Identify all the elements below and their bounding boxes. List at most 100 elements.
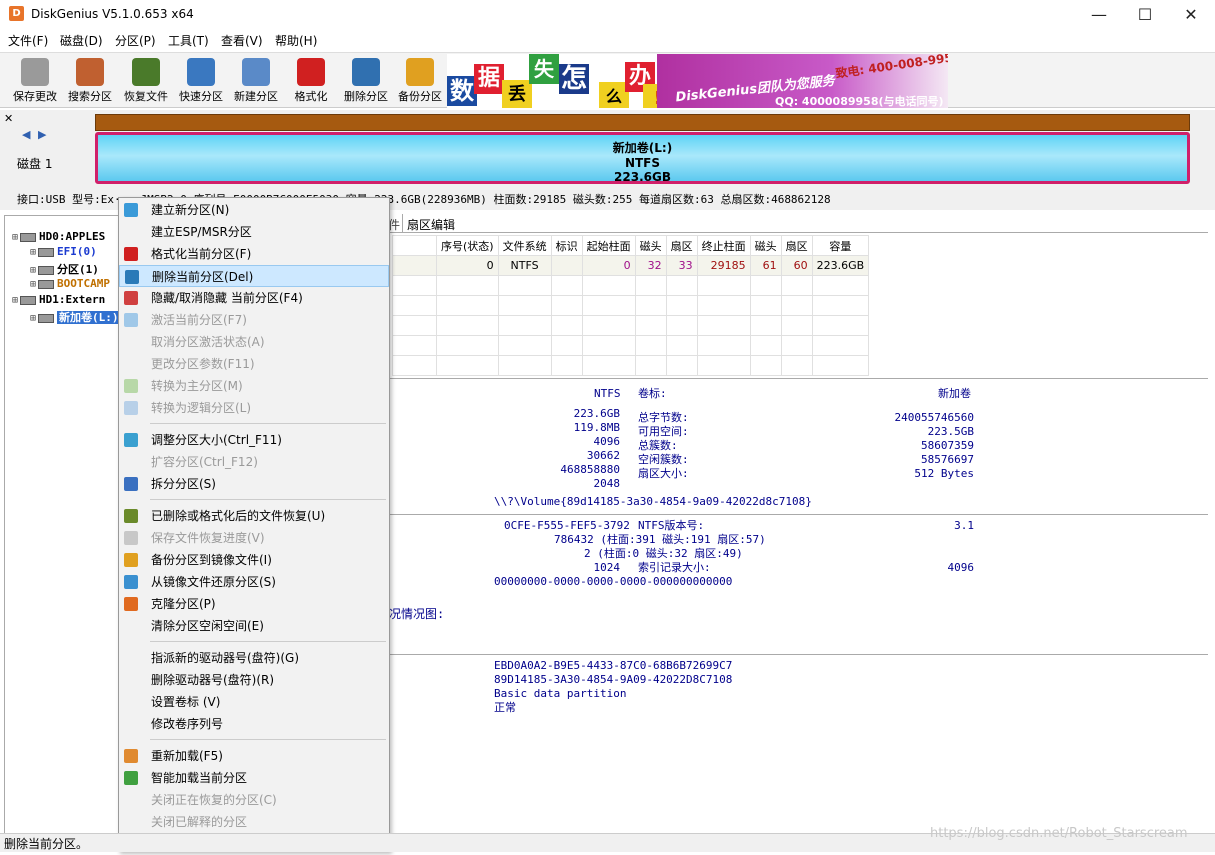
table-cell: [811, 295, 870, 316]
context-menu-item[interactable]: 指派新的驱动器号(盘符)(G): [119, 647, 389, 669]
menu-item-1[interactable]: 磁盘(D): [60, 32, 103, 49]
context-menu-item[interactable]: 建立ESP/MSR分区: [119, 221, 389, 243]
info-line: 89D14185-3A30-4854-9A09-42022D8C7108: [494, 673, 733, 686]
context-menu-item[interactable]: 删除驱动器号(盘符)(R): [119, 669, 389, 691]
context-menu-item[interactable]: 设置卷标 (V): [119, 691, 389, 713]
disk-icon: [20, 232, 37, 242]
table-header-cell[interactable]: 序号(状态): [436, 235, 499, 256]
expand-icon[interactable]: ⊞: [30, 247, 36, 258]
tree-item-label: HD1:Extern: [39, 293, 106, 306]
tree-item[interactable]: ⊞ BOOTCAMP: [30, 277, 110, 290]
index-size-key: 索引记录大小:: [638, 561, 711, 574]
expand-icon[interactable]: ⊞: [30, 313, 36, 324]
toolbar-button-7[interactable]: 备份分区: [392, 56, 448, 106]
tree-item[interactable]: ⊞ 新加卷(L:): [30, 309, 121, 325]
menu-item-3[interactable]: 工具(T): [168, 32, 209, 49]
table-header-cell[interactable]: 起始柱面: [581, 235, 636, 256]
toolbar-button-6[interactable]: 删除分区: [338, 56, 394, 106]
tree-item[interactable]: ⊞ EFI(0): [30, 245, 97, 258]
ad-banner[interactable]: 数据丢失怎么办! DiskGenius团队为您服务 致电: 400-008-99…: [447, 54, 948, 108]
table-cell: [392, 335, 437, 356]
ntfs-version-value: 3.1: [954, 519, 974, 532]
table-header-cell[interactable]: 容量: [811, 235, 870, 256]
table-header-cell[interactable]: 扇区: [665, 235, 698, 256]
app-icon: D: [9, 6, 24, 21]
expand-icon[interactable]: ⊞: [30, 265, 36, 276]
volume-guid-path: \\?\Volume{89d14185-3a30-4854-9a09-42022…: [494, 495, 812, 508]
prev-disk-arrow-icon[interactable]: ◀: [22, 128, 30, 141]
context-menu-item[interactable]: 调整分区大小(Ctrl_F11): [119, 429, 389, 451]
expand-icon[interactable]: ⊞: [30, 279, 36, 290]
expand-icon[interactable]: ⊞: [12, 295, 18, 306]
table-cell: [581, 335, 636, 356]
info-line: 总簇数:: [638, 439, 678, 452]
close-panel-icon[interactable]: ✕: [4, 112, 13, 125]
info-line: 30662: [586, 449, 620, 462]
tree-item[interactable]: ⊞ HD0:APPLES: [12, 230, 105, 243]
maximize-button[interactable]: ☐: [1122, 0, 1168, 30]
context-menu-item[interactable]: 建立新分区(N): [119, 199, 389, 221]
activate-icon: [124, 313, 138, 327]
toolbar-button-2[interactable]: 恢复文件: [118, 56, 174, 106]
context-menu-label: 关闭已解释的分区: [151, 815, 248, 829]
table-cell: 60: [780, 255, 813, 276]
format-icon: [124, 247, 138, 261]
context-menu-item[interactable]: 清除分区空闲空间(E): [119, 615, 389, 637]
table-row[interactable]: 0 NTFS 0 32 33 29185 61 60 223.6GB: [392, 255, 870, 276]
menu-item-5[interactable]: 帮助(H): [275, 32, 317, 49]
tree-item[interactable]: ⊞ 分区(1): [30, 261, 99, 277]
next-disk-arrow-icon[interactable]: ▶: [38, 128, 46, 141]
quick-partition-icon: [187, 58, 215, 86]
context-menu-item[interactable]: 删除当前分区(Del): [119, 265, 389, 287]
table-cell: [436, 335, 499, 356]
table-cell: NTFS: [497, 255, 552, 276]
context-menu-label: 关闭正在恢复的分区(C): [151, 793, 277, 807]
context-menu-item[interactable]: 从镜像文件还原分区(S): [119, 571, 389, 593]
tree-item[interactable]: ⊞ HD1:Extern: [12, 293, 105, 306]
separator: [388, 514, 1208, 515]
reload-icon: [124, 749, 138, 763]
partition-table: 序号(状态) 文件系统 标识 起始柱面 磁头 扇区 终止柱面 磁头 扇区 容量 0 NTFS 0 32 3…: [392, 235, 870, 376]
table-header-cell[interactable]: 磁头: [634, 235, 667, 256]
context-menu-item[interactable]: 克隆分区(P): [119, 593, 389, 615]
toolbar-button-1[interactable]: 搜索分区: [62, 56, 118, 106]
table-header-cell[interactable]: 磁头: [749, 235, 782, 256]
menu-item-2[interactable]: 分区(P): [115, 32, 156, 49]
window-title: DiskGenius V5.1.0.653 x64: [31, 7, 194, 21]
menu-item-0[interactable]: 文件(F): [8, 32, 48, 49]
close-button[interactable]: ✕: [1168, 0, 1214, 30]
table-cell: [581, 315, 636, 336]
trash-icon: [125, 270, 139, 284]
toolbar-button-0[interactable]: 保存更改: [7, 56, 63, 106]
context-menu-item[interactable]: 已删除或格式化后的文件恢复(U): [119, 505, 389, 527]
toolbar-button-5[interactable]: 格式化: [283, 56, 339, 106]
tab-sector-edit[interactable]: 扇区编辑: [407, 216, 455, 233]
table-cell: [392, 275, 437, 296]
context-menu-item: 转换为主分区(M): [119, 375, 389, 397]
context-menu-item[interactable]: 隐藏/取消隐藏 当前分区(F4): [119, 287, 389, 309]
menu-item-4[interactable]: 查看(V): [221, 32, 263, 49]
context-menu-item[interactable]: 格式化当前分区(F): [119, 243, 389, 265]
toolbar-button-3[interactable]: 快速分区: [173, 56, 229, 106]
table-header-cell[interactable]: 终止柱面: [696, 235, 751, 256]
context-menu-item[interactable]: 拆分分区(S): [119, 473, 389, 495]
table-header-cell[interactable]: 文件系统: [497, 235, 552, 256]
toolbar-label: 搜索分区: [68, 90, 112, 103]
context-menu-item[interactable]: 修改卷序列号: [119, 713, 389, 735]
tree-item-label: 新加卷(L:): [57, 311, 121, 324]
expand-icon[interactable]: ⊞: [12, 232, 18, 243]
table-cell: [780, 355, 813, 376]
context-menu-label: 调整分区大小(Ctrl_F11): [151, 433, 282, 447]
context-menu-item[interactable]: 重新加载(F5): [119, 745, 389, 767]
minimize-button[interactable]: —: [1076, 0, 1122, 30]
tab-row: 件 扇区编辑: [388, 214, 1208, 233]
restore-icon: [124, 575, 138, 589]
tab-divider: [402, 214, 403, 232]
hide-icon: [124, 291, 138, 305]
partition-bar[interactable]: 新加卷(L:) NTFS 223.6GB: [95, 132, 1190, 184]
context-menu-item[interactable]: 智能加载当前分区: [119, 767, 389, 789]
table-header-cell[interactable]: 扇区: [780, 235, 813, 256]
context-menu-item[interactable]: 备份分区到镜像文件(I): [119, 549, 389, 571]
table-header-cell[interactable]: 标识: [550, 235, 583, 256]
toolbar-button-4[interactable]: 新建分区: [228, 56, 284, 106]
